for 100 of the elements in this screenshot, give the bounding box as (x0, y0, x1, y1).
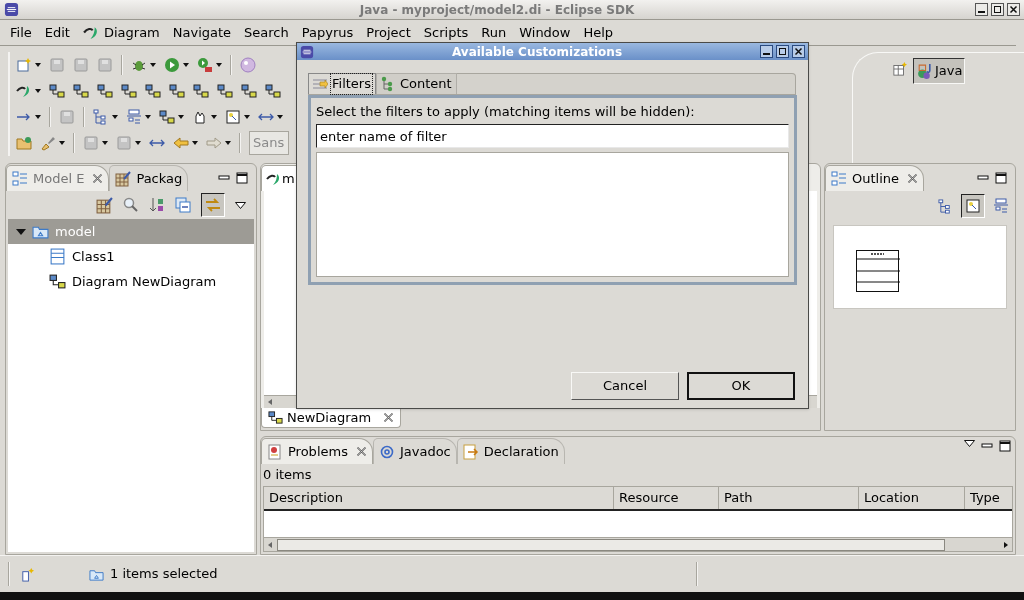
collapse-icon[interactable] (175, 197, 191, 213)
caret-icon[interactable] (277, 115, 283, 119)
caret-icon[interactable] (59, 141, 65, 145)
menu-item[interactable]: Scripts (423, 22, 469, 43)
caret-icon[interactable] (211, 115, 217, 119)
close-button[interactable] (792, 45, 805, 58)
layers-icon[interactable] (126, 109, 142, 125)
new-item-icon[interactable] (20, 566, 35, 582)
column-header[interactable]: Description (264, 487, 614, 509)
close-icon[interactable] (907, 173, 919, 184)
minimize-button[interactable] (760, 45, 773, 58)
tab-label[interactable]: Javadoc (399, 441, 451, 462)
menu-item[interactable]: Project (366, 22, 411, 43)
close-icon[interactable] (355, 446, 367, 457)
panel-tab[interactable]: Javadoc (372, 438, 457, 464)
horizontal-scrollbar[interactable] (264, 537, 1012, 551)
caret-icon[interactable] (102, 141, 108, 145)
dialog-button[interactable]: OK (687, 372, 795, 400)
caret-icon[interactable] (35, 89, 41, 93)
diagram-icon[interactable] (217, 83, 233, 99)
overview-toggle[interactable] (961, 194, 985, 218)
search-icon[interactable] (123, 197, 139, 213)
caret-icon[interactable] (225, 141, 231, 145)
panel-tab[interactable]: Declaration (456, 438, 565, 464)
caret-icon[interactable] (244, 115, 250, 119)
diagram-icon[interactable] (145, 83, 161, 99)
menu-item[interactable]: Diagram (103, 22, 160, 43)
caret-icon[interactable] (112, 115, 118, 119)
expanded-arrow-icon[interactable] (16, 226, 26, 237)
view-menu-icon[interactable] (964, 440, 975, 447)
hierarchy-icon[interactable] (938, 198, 953, 214)
caret-icon[interactable] (135, 141, 141, 145)
column-header[interactable]: Type (965, 487, 1024, 509)
filter-field[interactable]: enter name of filter (316, 124, 789, 148)
menu-item[interactable]: Navigate (172, 22, 232, 43)
view-menu-icon[interactable] (235, 201, 246, 209)
caret-icon[interactable] (145, 115, 151, 119)
close-icon[interactable] (383, 412, 395, 423)
link-toggle[interactable] (201, 193, 225, 217)
diagram-icon[interactable] (265, 83, 281, 99)
layers-icon[interactable] (993, 198, 1009, 214)
zoom-icon[interactable] (225, 109, 241, 125)
close-icon[interactable] (92, 173, 104, 184)
column-header[interactable]: Location (859, 487, 965, 509)
caret-icon[interactable] (183, 63, 189, 67)
column-header[interactable]: Path (719, 487, 859, 509)
diagram-icon[interactable] (193, 83, 209, 99)
caret-icon[interactable] (216, 63, 222, 67)
minimize-button[interactable] (975, 3, 988, 16)
menu-item[interactable]: Help (583, 22, 614, 43)
menu-item[interactable]: Search (244, 22, 289, 43)
dialog-button[interactable]: Cancel (571, 372, 679, 400)
tab-label[interactable]: Problems (288, 441, 348, 462)
play-icon[interactable] (164, 57, 180, 73)
menu-item[interactable]: Papyrus (301, 22, 354, 43)
diagram-icon[interactable] (121, 83, 137, 99)
maximize-icon[interactable] (999, 440, 1011, 452)
diagram-icon[interactable] (97, 83, 113, 99)
diagram-icon[interactable] (159, 109, 175, 125)
panel-tab[interactable]: Outline (825, 165, 925, 191)
caret-icon[interactable] (35, 63, 41, 67)
caret-icon[interactable] (150, 63, 156, 67)
sort-icon[interactable] (149, 197, 165, 213)
tab-label[interactable]: Content (398, 74, 453, 94)
folder-icon[interactable] (16, 135, 32, 151)
diagram-icon[interactable] (73, 83, 89, 99)
tab-label[interactable]: Declaration (483, 441, 559, 462)
scrollbar-thumb[interactable] (277, 538, 945, 551)
menu-item[interactable]: File (10, 22, 32, 43)
diagram-icon[interactable] (49, 83, 65, 99)
menu-item[interactable]: Run (481, 22, 507, 43)
perspective-button[interactable]: Java (913, 58, 966, 84)
diagram-icon[interactable] (169, 83, 185, 99)
maximize-icon[interactable] (236, 171, 248, 184)
maximize-button[interactable] (776, 45, 789, 58)
caret-icon[interactable] (178, 115, 184, 119)
maximize-button[interactable] (991, 3, 1004, 16)
close-button[interactable] (1007, 3, 1020, 16)
grid-icon[interactable] (96, 196, 113, 214)
diagram-icon[interactable] (241, 83, 257, 99)
hierarchy-icon[interactable] (93, 109, 109, 125)
panel-tab[interactable]: Packag (109, 165, 189, 191)
tab-label[interactable]: Model E (33, 168, 85, 189)
tab-label[interactable]: Outline (852, 168, 900, 189)
menu-item[interactable]: Window (519, 22, 571, 43)
tab-label[interactable]: Packag (136, 168, 183, 189)
maximize-icon[interactable] (995, 171, 1007, 184)
panel-tab[interactable]: Problems (261, 438, 373, 464)
menu-item[interactable]: Edit (44, 22, 70, 43)
tree-row[interactable]: Diagram NewDiagram (8, 269, 254, 294)
tab-label[interactable]: Filters (331, 74, 372, 94)
caret-icon[interactable] (35, 115, 41, 119)
diagram-page-tab[interactable]: NewDiagram (261, 408, 402, 428)
dialog-tab[interactable]: Content (375, 73, 457, 94)
dialog-tab[interactable]: Filters (308, 73, 376, 94)
sphere-icon[interactable] (240, 57, 256, 73)
run-icon[interactable] (197, 57, 213, 73)
open-perspective-icon[interactable] (893, 62, 907, 76)
panel-tab[interactable]: Model E (6, 165, 110, 191)
column-header[interactable]: Resource (614, 487, 719, 509)
